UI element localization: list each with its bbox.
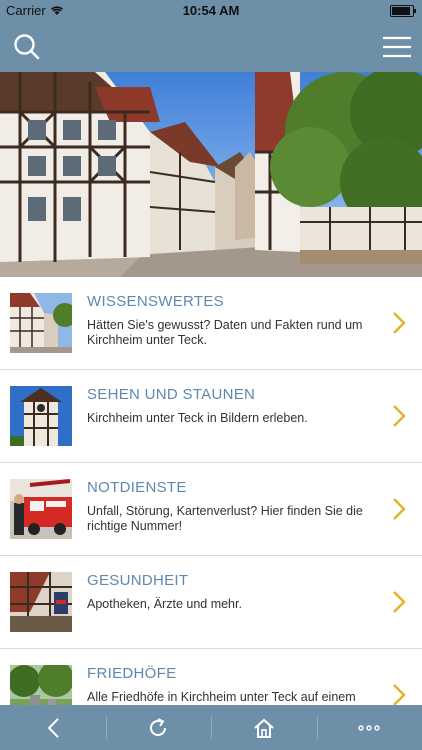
item-description: Kirchheim unter Teck in Bildern erleben. <box>87 411 308 425</box>
search-icon <box>14 34 40 60</box>
home-icon <box>254 718 274 738</box>
item-title: NOTDIENSTE <box>87 479 187 496</box>
item-description: Unfall, Störung, Kartenverlust? Hier fin… <box>87 504 363 533</box>
top-navbar <box>0 22 422 72</box>
hero-image <box>0 72 422 277</box>
item-title: SEHEN UND STAUNEN <box>87 386 256 403</box>
content-list: WISSENSWERTES Hätten Sie's gewusst? Date… <box>0 277 422 705</box>
list-item-wissenswertes[interactable]: WISSENSWERTES Hätten Sie's gewusst? Date… <box>0 277 422 370</box>
battery-icon <box>390 5 416 17</box>
item-description: Hätten Sie's gewusst? Daten und Fakten r… <box>87 318 363 347</box>
list-item-friedhoefe[interactable]: FRIEDHÖFE Alle Friedhöfe in Kirchheim un… <box>0 649 422 705</box>
more-button[interactable] <box>316 705 422 750</box>
chevron-right-icon <box>393 591 406 613</box>
item-description: Apotheken, Ärzte und mehr. <box>87 597 242 611</box>
clock: 10:54 AM <box>182 3 240 18</box>
battery-level <box>392 7 410 15</box>
bottom-toolbar <box>0 705 422 750</box>
thumbnail-image <box>10 293 77 353</box>
search-button[interactable] <box>12 32 42 62</box>
list-item-gesundheit[interactable]: GESUNDHEIT Apotheken, Ärzte und mehr. <box>0 556 422 649</box>
menu-button[interactable] <box>382 34 412 60</box>
list-item-sehen-und-staunen[interactable]: SEHEN UND STAUNEN Kirchheim unter Teck i… <box>0 370 422 463</box>
thumbnail-image <box>8 661 74 705</box>
home-button[interactable] <box>211 705 317 750</box>
hamburger-menu-icon <box>383 36 411 58</box>
back-icon <box>47 717 59 738</box>
chevron-right-icon <box>393 312 406 334</box>
thumbnail-image <box>10 386 72 446</box>
thumbnail-image <box>10 572 72 632</box>
more-icon <box>358 724 380 731</box>
reload-icon <box>150 717 167 736</box>
chevron-right-icon <box>393 498 406 520</box>
item-title: FRIEDHÖFE <box>87 665 177 682</box>
reload-button[interactable] <box>105 705 212 750</box>
item-title: GESUNDHEIT <box>87 572 189 589</box>
thumbnail-image <box>10 479 72 539</box>
chevron-right-icon <box>393 405 406 427</box>
chevron-right-icon <box>393 684 406 705</box>
back-button[interactable] <box>0 705 106 750</box>
list-item-notdienste[interactable]: NOTDIENSTE Unfall, Störung, Kartenverlus… <box>0 463 422 556</box>
status-bar: Carrier 10:54 AM <box>0 0 422 22</box>
item-description: Alle Friedhöfe in Kirchheim unter Teck a… <box>87 690 356 704</box>
item-title: WISSENSWERTES <box>87 293 224 310</box>
